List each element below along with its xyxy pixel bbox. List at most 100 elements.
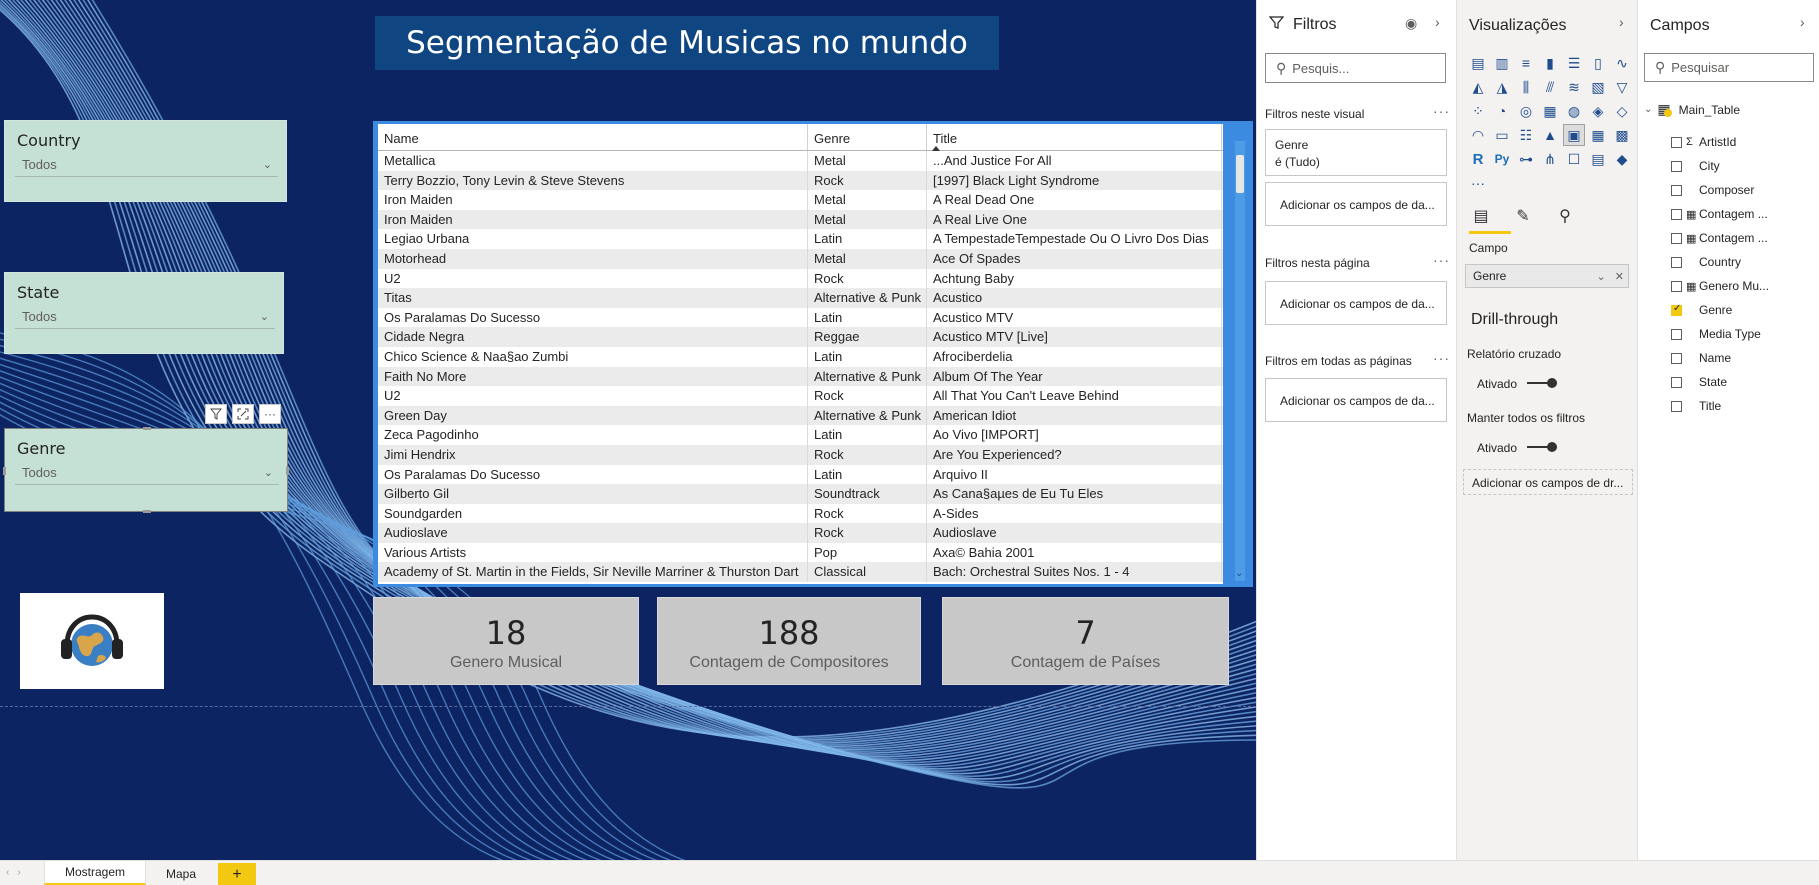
line-clustered-chart-icon[interactable]: ⫻ — [1539, 76, 1561, 98]
field-item[interactable]: Composer — [1638, 178, 1819, 202]
scroll-down-icon[interactable]: ⌄ — [1235, 568, 1243, 579]
field-checkbox[interactable] — [1671, 400, 1682, 412]
field-checkbox[interactable] — [1671, 328, 1682, 340]
table-row[interactable]: Faith No More Alternative & Punk Album Of … — [378, 366, 1223, 387]
100-bar-chart-icon[interactable]: ☰ — [1563, 52, 1585, 74]
field-checkbox[interactable] — [1671, 208, 1682, 220]
ribbon-chart-icon[interactable]: ≋ — [1563, 76, 1585, 98]
chevron-down-icon[interactable]: ⌄ — [1597, 271, 1606, 283]
slicer-icon[interactable]: ▣ — [1563, 124, 1585, 146]
field-checkbox[interactable] — [1671, 376, 1682, 388]
fields-search-input[interactable]: ⚲ Pesquisar — [1644, 53, 1814, 82]
add-fields-visual-well[interactable]: Adicionar os campos de da... — [1265, 182, 1447, 226]
gauge-icon[interactable]: ◠ — [1467, 124, 1489, 146]
table-row[interactable]: Metallica Metal ...And Justice For All — [378, 151, 1223, 171]
close-icon[interactable]: ✕ — [1615, 271, 1624, 283]
analytics-magnifier-icon[interactable]: ⚲ — [1553, 204, 1577, 228]
decomposition-tree-icon[interactable]: ⋔ — [1539, 148, 1561, 170]
table-visual[interactable]: Name Genre Title Metallica Metal ...And Ju… — [373, 121, 1253, 587]
multi-row-card-icon[interactable]: ☷ — [1515, 124, 1537, 146]
field-item[interactable]: ▦ Genero Mu... — [1638, 274, 1819, 298]
donut-chart-icon[interactable]: ◎ — [1515, 100, 1537, 122]
table-row[interactable]: Os Paralamas Do Sucesso Latin Acustico MTV — [378, 307, 1223, 328]
stacked-area-chart-icon[interactable]: ◮ — [1491, 76, 1513, 98]
table-row[interactable]: Motorhead Metal Ace Of Spades — [378, 248, 1223, 269]
scrollbar-thumb[interactable] — [1236, 155, 1244, 193]
python-visual-icon[interactable]: Py — [1491, 148, 1513, 170]
column-header-title[interactable]: Title — [927, 124, 1222, 151]
slicer-country-dropdown[interactable]: Todos ⌄ — [15, 153, 278, 177]
matrix-icon[interactable]: ▩ — [1611, 124, 1633, 146]
table-row[interactable]: U2 Rock Achtung Baby — [378, 268, 1223, 289]
keep-filters-toggle[interactable] — [1527, 442, 1557, 452]
table-row[interactable]: Iron Maiden Metal A Real Dead One — [378, 190, 1223, 210]
kpi-icon[interactable]: ▲ — [1539, 124, 1561, 146]
100-column-chart-icon[interactable]: ▯ — [1587, 52, 1609, 74]
shape-map-icon[interactable]: ◇ — [1611, 100, 1633, 122]
slicer-genre[interactable]: Genre Todos ⌄ — [3, 427, 289, 513]
field-item[interactable]: ▦ Contagem ... — [1638, 226, 1819, 250]
table-row[interactable]: Legiao Urbana Latin A TempestadeTempestade… — [378, 229, 1223, 249]
table-row[interactable]: Zeca Pagodinho Latin Ao Vivo [IMPORT] — [378, 425, 1223, 445]
resize-handle[interactable] — [143, 510, 151, 513]
table-row[interactable]: Os Paralamas Do Sucesso Latin Arquivo II — [378, 464, 1223, 485]
field-item[interactable]: Country — [1638, 250, 1819, 274]
funnel-chart-icon[interactable]: ▽ — [1611, 76, 1633, 98]
resize-handle[interactable] — [143, 427, 151, 430]
field-item[interactable]: City — [1638, 154, 1819, 178]
page-nav-arrows-icon[interactable]: ‹› — [6, 867, 29, 878]
table-row[interactable]: Green Day Alternative & Punk American Idio… — [378, 405, 1223, 426]
table-row[interactable]: Soundgarden Rock A-Sides — [378, 503, 1223, 524]
card-genero-musical[interactable]: 18 Genero Musical — [373, 597, 639, 685]
table-row[interactable]: Cidade Negra Reggae Acustico MTV [Live] — [378, 327, 1223, 347]
collapse-pane-icon[interactable]: › — [1800, 14, 1805, 30]
column-header-name[interactable]: Name — [378, 124, 808, 150]
field-checkbox[interactable] — [1671, 232, 1682, 244]
table-row[interactable]: Iron Maiden Metal A Real Live One — [378, 209, 1223, 230]
eye-icon[interactable]: ◉ — [1405, 15, 1417, 32]
format-paint-roller-icon[interactable]: ✎ — [1511, 204, 1535, 228]
table-row[interactable]: U2 Rock All That You Can't Leave Behind — [378, 386, 1223, 406]
fields-tab-icon[interactable]: ▤ — [1469, 204, 1493, 228]
field-item[interactable]: Genre — [1638, 298, 1819, 322]
filled-map-icon[interactable]: ◈ — [1587, 100, 1609, 122]
line-chart-icon[interactable]: ∿ — [1611, 52, 1633, 74]
card-icon[interactable]: ▭ — [1491, 124, 1513, 146]
add-fields-all-well[interactable]: Adicionar os campos de da... — [1265, 378, 1447, 422]
add-page-button[interactable]: + — [218, 863, 256, 885]
cross-report-toggle[interactable] — [1527, 378, 1557, 388]
add-drill-fields-well[interactable]: Adicionar os campos de dr... — [1463, 469, 1633, 495]
r-visual-icon[interactable]: R — [1467, 148, 1489, 170]
field-well-genre[interactable]: Genre ⌄ ✕ — [1465, 264, 1629, 288]
field-checkbox[interactable] — [1671, 136, 1682, 148]
slicer-state-dropdown[interactable]: Todos ⌄ — [15, 305, 275, 329]
line-column-chart-icon[interactable]: ⫼ — [1515, 76, 1537, 98]
card-contagem-compositores[interactable]: 188 Contagem de Compositores — [657, 597, 921, 685]
more-options-icon[interactable]: ··· — [1433, 252, 1450, 268]
field-item[interactable]: Title — [1638, 394, 1819, 418]
table-row[interactable]: Titas Alternative & Punk Acustico — [378, 288, 1223, 308]
field-item[interactable]: Σ ArtistId — [1638, 130, 1819, 154]
area-chart-icon[interactable]: ◭ — [1467, 76, 1489, 98]
table-row[interactable]: Audioslave Rock Audioslave — [378, 523, 1223, 543]
more-options-icon[interactable]: ··· — [1433, 350, 1450, 366]
table-node-main-table[interactable]: ⌄ ▦ Main_Table — [1644, 101, 1740, 118]
more-options-icon[interactable]: ··· — [259, 404, 281, 424]
field-checkbox[interactable] — [1671, 352, 1682, 364]
table-scrollbar[interactable]: ⌄ — [1235, 141, 1245, 581]
collapse-pane-icon[interactable]: › — [1435, 14, 1440, 30]
table-row[interactable]: Terry Bozzio, Tony Levin & Steve Stevens… — [378, 170, 1223, 191]
field-checkbox[interactable] — [1671, 280, 1682, 292]
add-fields-page-well[interactable]: Adicionar os campos de da... — [1265, 281, 1447, 325]
filter-icon[interactable] — [205, 404, 227, 424]
slicer-genre-dropdown[interactable]: Todos ⌄ — [15, 461, 279, 485]
table-icon[interactable]: ▦ — [1587, 124, 1609, 146]
stacked-bar-chart-icon[interactable]: ▤ — [1467, 52, 1489, 74]
table-row[interactable]: Chico Science & Naa§ao Zumbi Latin Afrocib… — [378, 346, 1223, 367]
pie-chart-icon[interactable]: ◔ — [1491, 100, 1513, 122]
chevron-down-icon[interactable]: ⌄ — [1644, 104, 1652, 115]
table-row[interactable]: Gilberto Gil Soundtrack As Cana§aµes de Eu… — [378, 484, 1223, 504]
field-checkbox[interactable] — [1671, 256, 1682, 268]
field-item[interactable]: Name — [1638, 346, 1819, 370]
resize-handle[interactable] — [3, 467, 6, 475]
